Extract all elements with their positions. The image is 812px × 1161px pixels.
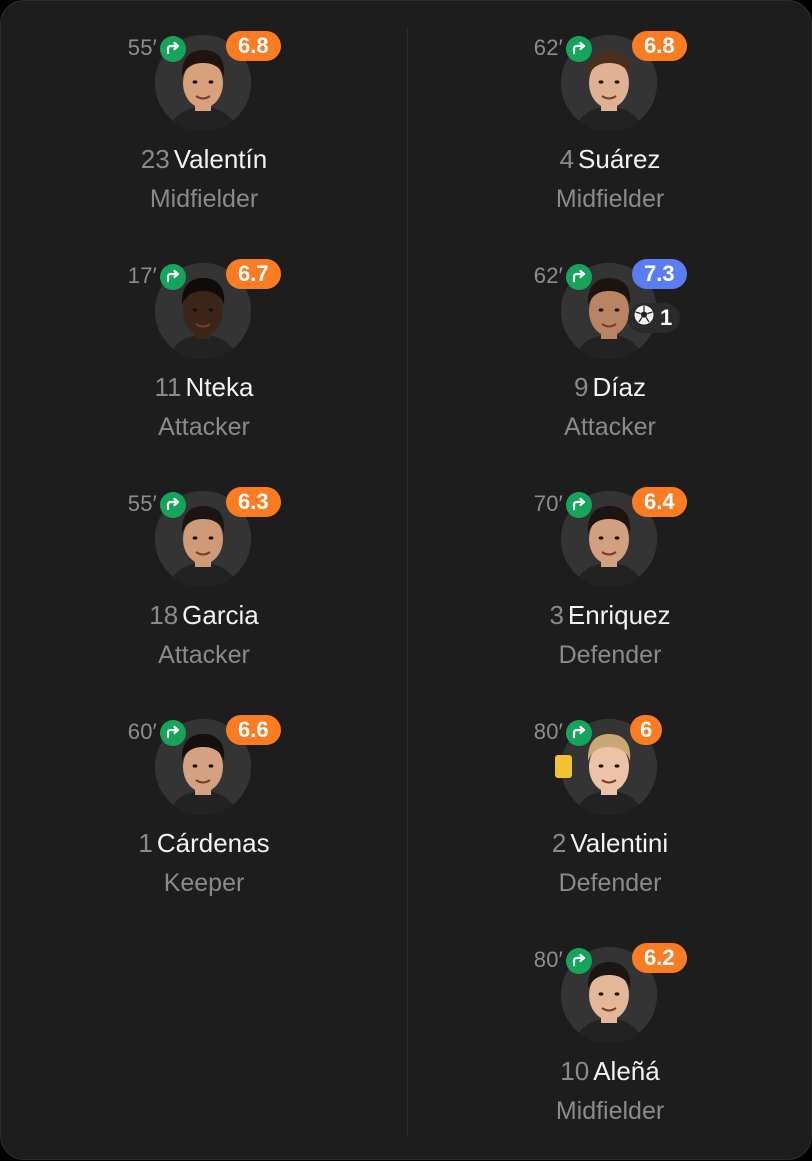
shirt-number: 4 xyxy=(559,144,575,174)
substitution-minute: 62′ xyxy=(533,35,563,60)
player-name-line: 10 Aleñá xyxy=(407,1056,812,1087)
player-card[interactable]: 80′ 6 2 Valentini Defender xyxy=(407,685,812,897)
shirt-number: 9 xyxy=(574,372,589,402)
player-card[interactable]: 62′ 7.3 9 Díaz Attacker 1 xyxy=(407,229,812,441)
rating-badge: 6.8 xyxy=(632,31,687,61)
player-name: Aleñá xyxy=(593,1056,660,1086)
goal-count: 1 xyxy=(660,305,673,330)
player-name: Nteka xyxy=(185,372,254,402)
shirt-number: 3 xyxy=(549,600,564,630)
player-position: Midfielder xyxy=(555,185,665,213)
shirt-number: 23 xyxy=(140,144,170,174)
sub-arrow-icon xyxy=(160,36,186,62)
player-name-line: 18 Garcia xyxy=(1,600,407,631)
player-name: Suárez xyxy=(578,144,661,174)
substitution-minute: 62′ xyxy=(533,263,563,288)
substitution-minute: 60′ xyxy=(127,719,157,744)
player-position: Midfielder xyxy=(555,1097,665,1125)
shirt-number: 2 xyxy=(551,828,567,858)
player-name-line: 4 Suárez xyxy=(407,144,812,175)
player-position: Attacker xyxy=(158,413,250,441)
left-column: 55′ 6.8 23 Valentín Midfielder 17′ 6.7 11… xyxy=(1,1,407,1161)
substitution-minute: 55′ xyxy=(127,35,157,60)
substitution-minute: 70′ xyxy=(533,491,563,516)
sub-arrow-icon xyxy=(566,492,592,518)
football-icon xyxy=(632,303,656,333)
sub-arrow-icon xyxy=(566,948,592,974)
player-card[interactable]: 62′ 6.8 4 Suárez Midfielder xyxy=(407,1,812,213)
player-position: Attacker xyxy=(564,413,656,441)
player-name: Valentini xyxy=(570,828,669,858)
player-position: Attacker xyxy=(158,641,250,669)
substitution-minute: 55′ xyxy=(127,491,157,516)
rating-badge: 6 xyxy=(630,715,663,745)
goals-badge: 1 xyxy=(628,303,681,333)
sub-arrow-icon xyxy=(160,264,186,290)
shirt-number: 11 xyxy=(154,372,182,402)
sub-arrow-icon xyxy=(566,264,592,290)
player-card[interactable]: 55′ 6.8 23 Valentín Midfielder xyxy=(1,1,407,213)
substitution-minute: 80′ xyxy=(533,719,563,744)
player-name-line: 3 Enriquez xyxy=(407,600,812,631)
player-position: Defender xyxy=(558,641,662,669)
player-name: Garcia xyxy=(182,600,259,630)
sub-arrow-icon xyxy=(160,492,186,518)
rating-badge: 6.2 xyxy=(632,943,687,973)
rating-badge: 7.3 xyxy=(632,259,687,289)
sub-arrow-icon xyxy=(566,720,592,746)
player-card[interactable]: 70′ 6.4 3 Enriquez Defender xyxy=(407,457,812,669)
shirt-number: 18 xyxy=(149,600,179,630)
sub-arrow-icon xyxy=(160,720,186,746)
player-name-line: 9 Díaz xyxy=(407,372,812,403)
player-name: Valentín xyxy=(173,144,268,174)
rating-badge: 6.6 xyxy=(226,715,281,745)
shirt-number: 1 xyxy=(138,828,153,858)
player-name: Enriquez xyxy=(567,600,671,630)
player-position: Keeper xyxy=(163,869,245,897)
right-column: 62′ 6.8 4 Suárez Midfielder 62′ 7.3 9 Díaz… xyxy=(407,1,812,1161)
player-position: Midfielder xyxy=(149,185,259,213)
substitutes-card: 55′ 6.8 23 Valentín Midfielder 17′ 6.7 11… xyxy=(0,0,812,1160)
player-card[interactable]: 60′ 6.6 1 Cárdenas Keeper xyxy=(1,685,407,897)
player-name: Cárdenas xyxy=(156,828,270,858)
sub-arrow-icon xyxy=(566,36,592,62)
player-name-line: 1 Cárdenas xyxy=(1,828,407,859)
rating-badge: 6.8 xyxy=(226,31,281,61)
substitution-minute: 80′ xyxy=(533,947,563,972)
player-card[interactable]: 80′ 6.2 10 Aleñá Midfielder xyxy=(407,913,812,1125)
substitution-minute: 17′ xyxy=(127,263,157,288)
player-name-line: 2 Valentini xyxy=(407,828,812,859)
rating-badge: 6.4 xyxy=(632,487,687,517)
player-name-line: 23 Valentín xyxy=(1,144,407,175)
player-name: Díaz xyxy=(592,372,646,402)
shirt-number: 10 xyxy=(560,1056,590,1086)
player-position: Defender xyxy=(558,869,662,897)
player-card[interactable]: 55′ 6.3 18 Garcia Attacker xyxy=(1,457,407,669)
player-card[interactable]: 17′ 6.7 11 Nteka Attacker xyxy=(1,229,407,441)
rating-badge: 6.3 xyxy=(226,487,281,517)
rating-badge: 6.7 xyxy=(226,259,281,289)
player-name-line: 11 Nteka xyxy=(1,372,407,403)
yellow-card-icon xyxy=(555,755,572,778)
